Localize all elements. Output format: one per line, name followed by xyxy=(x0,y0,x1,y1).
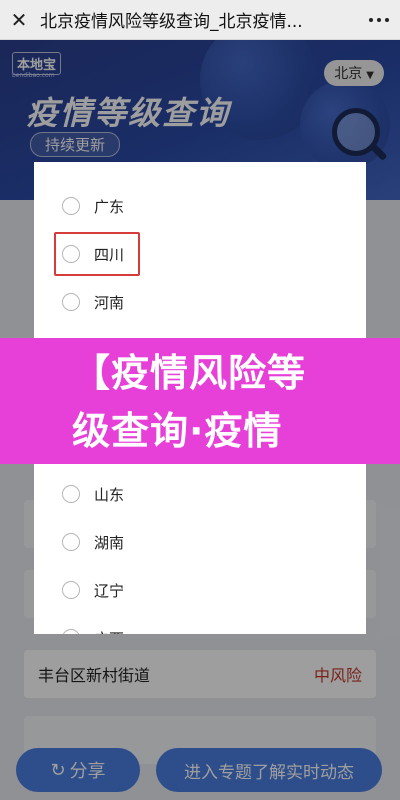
province-label: 山东 xyxy=(94,485,125,504)
promo-banner: 【疫情风险等 级查询·疫情 xyxy=(0,338,400,464)
page-title: 北京疫情风险等级查询_北京疫情... xyxy=(40,12,303,32)
radio-button[interactable] xyxy=(62,629,80,634)
radio-button[interactable] xyxy=(62,197,80,215)
highlight-box xyxy=(54,232,140,276)
radio-button[interactable] xyxy=(62,485,80,503)
radio-button[interactable] xyxy=(62,581,80,599)
province-label: 广东 xyxy=(94,197,125,216)
province-label: 河南 xyxy=(94,293,125,312)
promo-line-1: 【疫情风险等 xyxy=(72,351,307,395)
province-option-shandong[interactable]: 山东 xyxy=(34,470,366,518)
promo-line-2: 级查询·疫情 xyxy=(72,409,283,453)
province-label: 辽宁 xyxy=(94,581,125,600)
close-icon[interactable]: ✕ xyxy=(8,8,30,32)
province-option-henan[interactable]: 河南 xyxy=(34,278,366,326)
window-title-bar: ✕ 北京疫情风险等级查询_北京疫情... xyxy=(0,0,400,40)
province-option-guangdong[interactable]: 广东 xyxy=(34,182,366,230)
radio-button[interactable] xyxy=(62,533,80,551)
province-option-liaoning[interactable]: 辽宁 xyxy=(34,566,366,614)
province-label: 广西 xyxy=(94,628,124,635)
province-label: 湖南 xyxy=(94,533,125,552)
radio-button[interactable] xyxy=(62,293,80,311)
more-icon[interactable] xyxy=(366,7,392,33)
province-option-hunan[interactable]: 湖南 xyxy=(34,518,366,566)
province-option-guangxi[interactable]: 广西 xyxy=(34,614,366,634)
